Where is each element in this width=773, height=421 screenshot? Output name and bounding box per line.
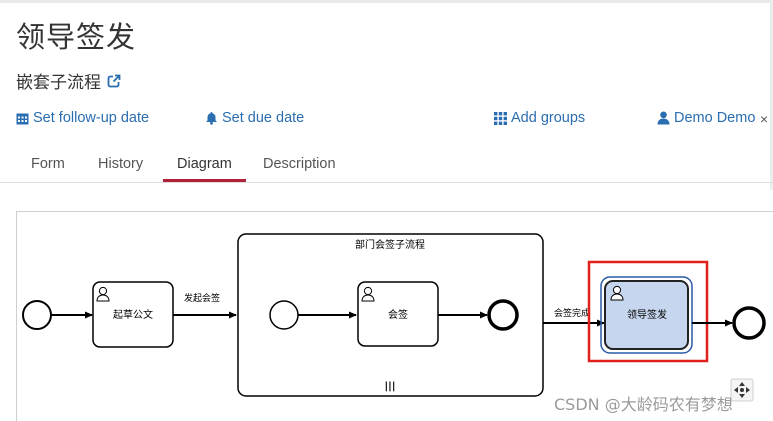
task-leader-sign-label: 领导签发 (627, 308, 667, 321)
tab-diagram[interactable]: Diagram (163, 156, 246, 182)
bpmn-diagram-canvas[interactable]: 起草公文 发起会签 部门会签子流程 ||| 会签 会签完成 领导签发 (16, 211, 773, 421)
external-link-icon (107, 74, 121, 87)
start-event[interactable] (22, 300, 52, 330)
diagram-navigation-control[interactable] (730, 378, 754, 402)
user-icon (657, 111, 670, 125)
page-title: 领导签发 (16, 20, 137, 54)
subprocess-dept-countersign[interactable]: 部门会签子流程 ||| 会签 (237, 233, 544, 397)
task-countersign[interactable]: 会签 (357, 281, 439, 347)
process-name-label: 嵌套子流程 (16, 73, 101, 93)
task-draft-document[interactable]: 起草公文 (92, 281, 174, 348)
task-countersign-label: 会签 (388, 308, 408, 321)
tab-history[interactable]: History (84, 156, 157, 181)
task-leader-sign[interactable]: 领导签发 (600, 276, 693, 354)
end-event[interactable] (732, 306, 766, 340)
assignee-label: Demo Demo (674, 110, 756, 126)
add-groups-button[interactable]: Add groups (494, 110, 585, 126)
subprocess-title: 部门会签子流程 (355, 238, 425, 251)
grid-icon (494, 111, 507, 125)
bell-icon (206, 112, 217, 125)
flow-complete-label: 会签完成 (554, 307, 590, 319)
bpmn-diagram: 起草公文 发起会签 部门会签子流程 ||| 会签 会签完成 领导签发 (22, 233, 766, 402)
set-follow-up-date-button[interactable]: Set follow-up date (16, 110, 149, 126)
task-tabs: Form History Diagram Description (0, 150, 773, 183)
add-groups-label: Add groups (511, 110, 586, 126)
flow-initiate-label: 发起会签 (184, 292, 220, 304)
tab-form[interactable]: Form (17, 156, 79, 181)
subprocess-end-event[interactable] (487, 299, 519, 331)
process-name-link[interactable]: 嵌套子流程 (16, 68, 121, 93)
top-border (0, 0, 773, 3)
task-draft-label: 起草公文 (113, 308, 153, 321)
multi-instance-marker: ||| (385, 381, 396, 392)
task-actions-bar: Set follow-up date Set due date Add grou… (0, 110, 773, 130)
set-due-date-label: Set due date (222, 110, 305, 126)
watermark: CSDN @大龄码农有梦想 (554, 395, 733, 414)
subprocess-start-event[interactable] (269, 300, 299, 330)
set-follow-up-date-label: Set follow-up date (33, 110, 150, 126)
set-due-date-button[interactable]: Set due date (205, 110, 304, 126)
remove-assignee-button[interactable]: × (760, 112, 768, 126)
tab-description[interactable]: Description (249, 156, 350, 181)
calendar-icon (16, 113, 29, 124)
assignee-button[interactable]: Demo Demo (657, 110, 755, 126)
